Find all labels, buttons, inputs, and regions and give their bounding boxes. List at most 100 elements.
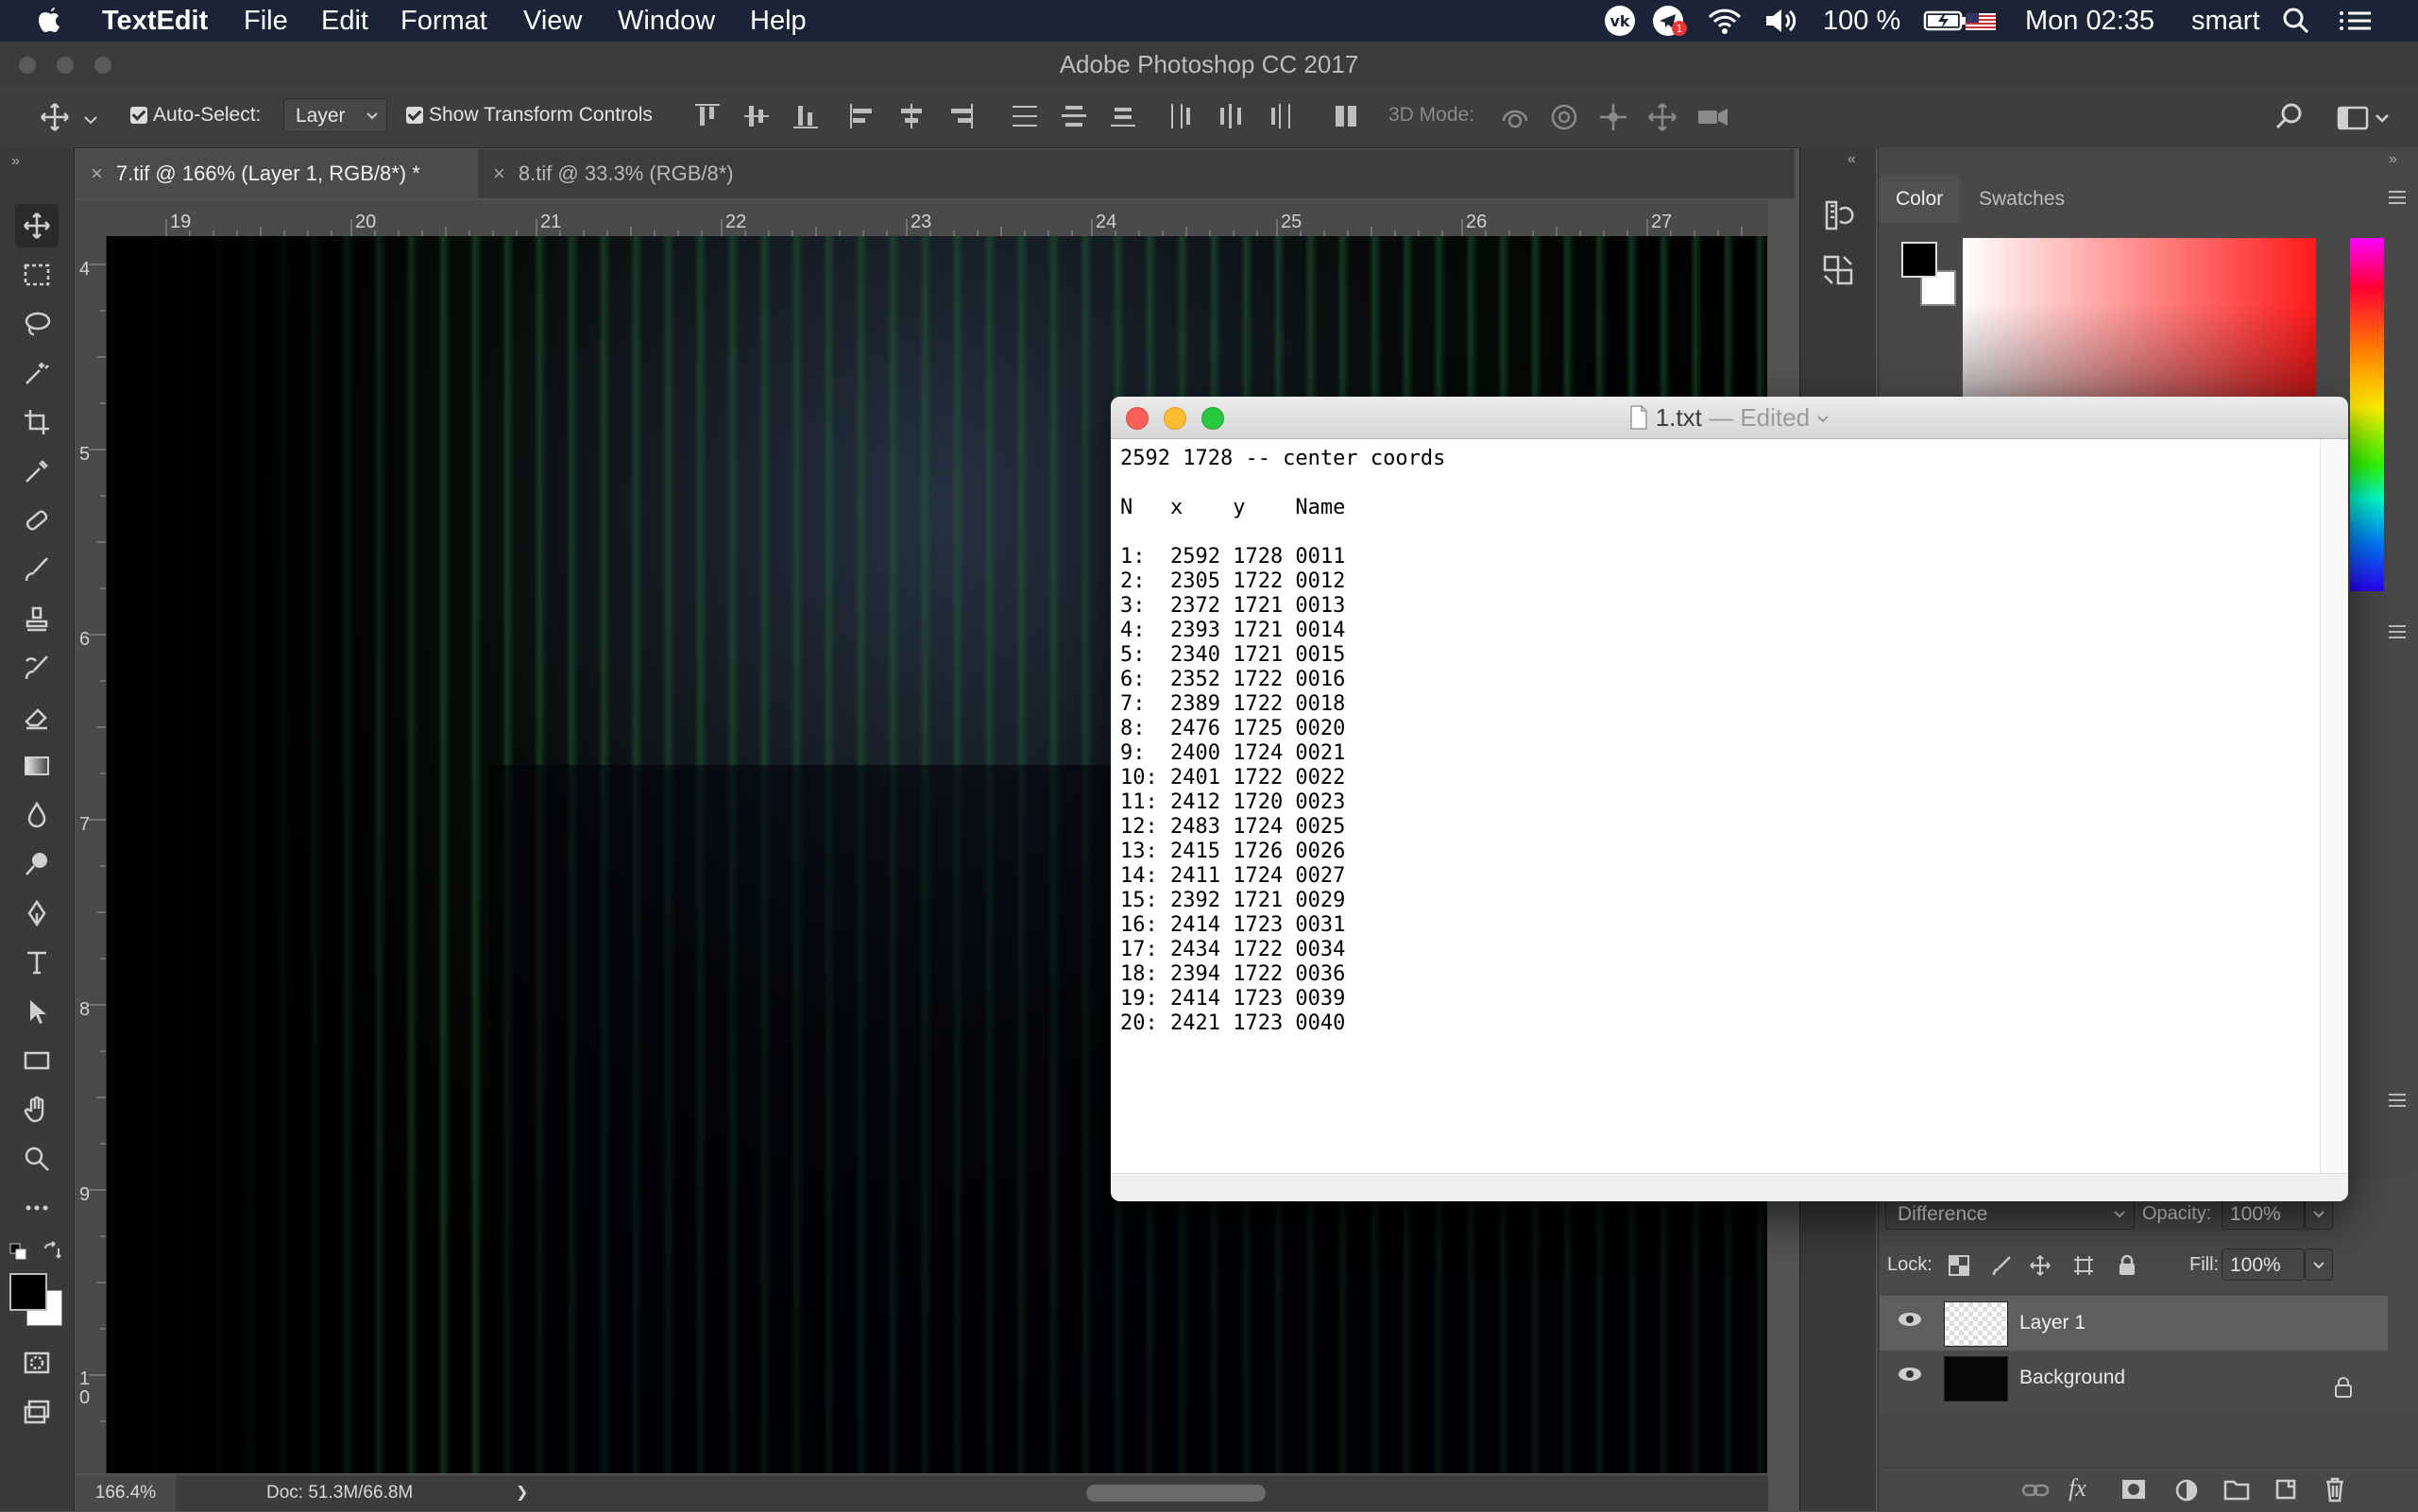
3d-roll-icon[interactable] [1547, 100, 1581, 140]
path-selection-tool[interactable] [15, 990, 59, 1033]
collapse-toolbar-icon[interactable]: » [11, 153, 20, 170]
gradient-tool[interactable] [15, 744, 59, 788]
panel-menu-icon[interactable] [2387, 189, 2408, 211]
document-text[interactable]: 2592 1728 -- center coords N x y Name 1:… [1120, 447, 1445, 1036]
lock-all-icon[interactable] [2116, 1254, 2138, 1282]
align-horizontal-center-icon[interactable] [897, 102, 926, 130]
eraser-tool[interactable] [15, 695, 59, 739]
app-menu[interactable]: TextEdit [102, 4, 208, 38]
chevron-down-icon[interactable] [1816, 415, 1830, 424]
default-colors-icon[interactable] [9, 1243, 28, 1266]
panel-menu-icon[interactable] [2387, 1092, 2408, 1113]
textedit-title[interactable]: 1.txt — Edited [1111, 397, 2348, 438]
tab-8-tif[interactable]: × 8.tif @ 33.3% (RGB/8*) [478, 149, 858, 198]
search-icon[interactable] [2273, 100, 2307, 140]
layer-row-layer-1[interactable]: Layer 1 [1880, 1296, 2388, 1351]
distribute-top-icon[interactable] [1011, 102, 1039, 130]
add-layer-mask-icon[interactable] [2121, 1478, 2146, 1505]
distribute-vertical-center-icon[interactable] [1060, 102, 1088, 130]
blend-mode-dropdown[interactable]: Difference [1885, 1198, 2135, 1230]
align-vertical-center-icon[interactable] [742, 102, 771, 130]
new-adjustment-layer-icon[interactable] [2174, 1478, 2199, 1507]
telegram-icon[interactable]: 1 [1651, 4, 1689, 38]
panel-menu-icon[interactable] [2387, 623, 2408, 645]
textedit-document[interactable]: 2592 1728 -- center coords N x y Name 1:… [1111, 439, 2320, 1173]
menu-edit[interactable]: Edit [321, 4, 368, 38]
hue-slider[interactable] [2350, 238, 2384, 591]
distribute-horizontal-center-icon[interactable] [1217, 102, 1245, 130]
layer-name[interactable]: Background [2019, 1351, 2125, 1405]
opacity-input[interactable]: 100% [2222, 1198, 2305, 1230]
battery-icon[interactable] [1923, 4, 1968, 38]
3d-slide-icon[interactable] [1645, 100, 1679, 140]
panel-foreground-swatch[interactable] [1901, 242, 1937, 278]
history-brush-tool[interactable] [15, 646, 59, 689]
crop-tool[interactable] [15, 400, 59, 444]
new-layer-icon[interactable] [2274, 1478, 2297, 1505]
move-tool[interactable] [15, 204, 59, 247]
foreground-color-swatch[interactable] [9, 1273, 47, 1311]
notification-center-icon[interactable] [2337, 4, 2375, 38]
link-layers-icon[interactable] [2021, 1480, 2050, 1505]
chevron-down-icon[interactable] [83, 110, 98, 132]
move-tool-preset-icon[interactable] [38, 100, 76, 140]
us-flag-icon[interactable] [1965, 4, 1997, 38]
apple-icon[interactable] [36, 2, 64, 36]
swap-colors-icon[interactable] [42, 1241, 62, 1266]
menu-window[interactable]: Window [618, 4, 715, 38]
3d-pan-icon[interactable] [1596, 100, 1630, 140]
collapse-panels-icon[interactable]: « [1848, 151, 1856, 168]
menu-view[interactable]: View [523, 4, 582, 38]
visibility-eye-icon[interactable] [1899, 1368, 1921, 1381]
tab-color[interactable]: Color [1879, 176, 1961, 223]
zoom-tool[interactable] [15, 1137, 59, 1181]
fill-slider-toggle[interactable] [2305, 1249, 2333, 1281]
lock-position-icon[interactable] [2029, 1254, 2052, 1282]
lock-transparent-pixels-icon[interactable] [1948, 1254, 1970, 1282]
visibility-eye-icon[interactable] [1899, 1313, 1921, 1326]
hand-tool[interactable] [15, 1088, 59, 1131]
eyedropper-tool[interactable] [15, 450, 59, 493]
new-group-folder-icon[interactable] [2223, 1478, 2250, 1505]
show-transform-controls-checkbox[interactable]: Show Transform Controls [406, 104, 653, 127]
workspace-switcher-icon[interactable] [2337, 100, 2393, 140]
distribute-right-icon[interactable] [1266, 102, 1294, 130]
lock-artboard-icon[interactable] [2072, 1254, 2095, 1282]
align-left-icon[interactable] [848, 102, 877, 130]
screen-mode-button[interactable] [15, 1390, 59, 1434]
distribute-bottom-icon[interactable] [1109, 102, 1137, 130]
auto-align-layers-icon[interactable] [1332, 102, 1360, 130]
align-top-icon[interactable] [693, 102, 722, 130]
layer-style-fx-icon[interactable]: fx [2069, 1474, 2086, 1503]
history-panel-icon[interactable] [1821, 198, 1855, 237]
dodge-tool[interactable] [15, 842, 59, 886]
fill-input[interactable]: 100% [2222, 1249, 2305, 1281]
align-right-icon[interactable] [946, 102, 975, 130]
spotlight-search-icon[interactable] [2280, 4, 2312, 38]
magic-wand-tool[interactable] [15, 351, 59, 395]
user-name[interactable]: smart [2191, 4, 2260, 38]
layer-name[interactable]: Layer 1 [2019, 1296, 2086, 1351]
rectangular-marquee-tool[interactable] [15, 253, 59, 297]
clone-stamp-tool[interactable] [15, 597, 59, 640]
rectangle-tool[interactable] [15, 1039, 59, 1082]
distribute-left-icon[interactable] [1167, 102, 1196, 130]
delete-layer-trash-icon[interactable] [2324, 1476, 2346, 1507]
healing-brush-tool[interactable] [15, 499, 59, 542]
auto-select-dropdown[interactable]: Layer [283, 98, 387, 132]
wifi-icon[interactable] [1706, 4, 1744, 38]
vk-icon[interactable]: vk [1602, 4, 1638, 38]
blur-tool[interactable] [15, 793, 59, 837]
properties-panel-icon[interactable] [1821, 253, 1855, 292]
quick-mask-button[interactable] [15, 1341, 59, 1385]
tab-swatches[interactable]: Swatches [1962, 176, 2082, 223]
textedit-title-bar[interactable]: 1.txt — Edited [1111, 397, 2348, 439]
collapse-dock-icon[interactable]: » [2389, 151, 2397, 168]
volume-icon[interactable] [1762, 4, 1802, 38]
clock[interactable]: Mon 02:35 [2025, 4, 2154, 38]
menu-file[interactable]: File [244, 4, 288, 38]
edit-toolbar[interactable] [15, 1186, 59, 1230]
pen-tool[interactable] [15, 892, 59, 935]
close-tab-icon[interactable]: × [493, 161, 505, 185]
textedit-vertical-scrollbar[interactable] [2320, 439, 2348, 1173]
